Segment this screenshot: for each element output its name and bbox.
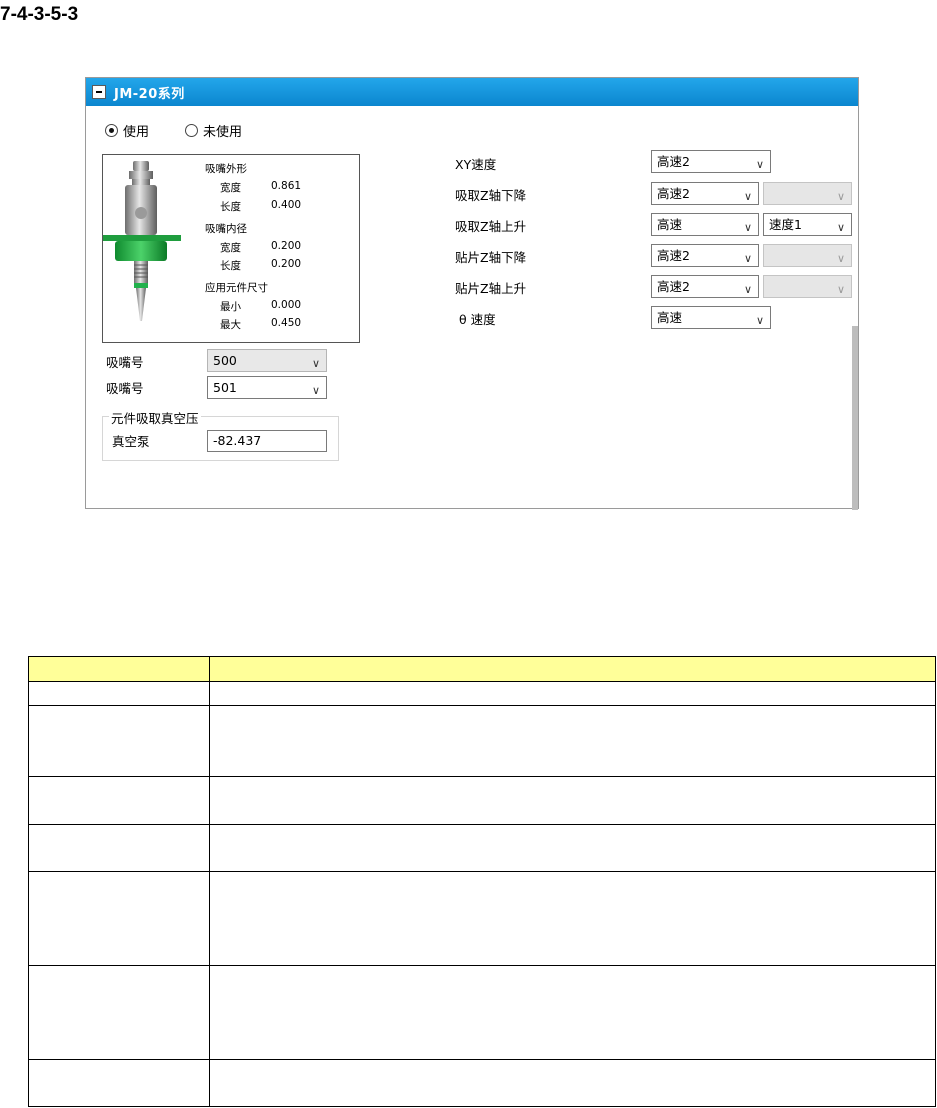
nozzle-info-box: 吸嘴外形 宽度 0.861 长度 0.400 吸嘴内径 宽度 0.200 长度 … (102, 154, 360, 343)
place-z-up-label: 贴片Z轴上升 (455, 281, 527, 296)
place-z-down-value: 高速2 (657, 248, 690, 263)
radio-unused-label: 未使用 (203, 125, 243, 140)
table-cell (209, 681, 936, 706)
inner-length-value: 0.200 (271, 258, 302, 270)
chevron-down-icon: ∨ (836, 252, 845, 265)
theta-speed-label: θ 速度 (459, 312, 496, 327)
place-z-down-label: 贴片Z轴下降 (455, 250, 527, 265)
chevron-down-icon: ∨ (836, 283, 845, 296)
nozzle-icon (103, 161, 181, 321)
chevron-down-icon: ∨ (755, 314, 764, 327)
outer-length-label: 长度 (220, 201, 241, 213)
parameter-table (28, 656, 936, 1107)
pick-z-up-value: 高速 (657, 217, 683, 232)
table-row (28, 1059, 936, 1107)
table-cell (209, 705, 936, 777)
panel-titlebar: JM-20系列 (86, 78, 858, 106)
radio-use[interactable]: 使用 (105, 121, 149, 140)
pick-z-down-select[interactable]: 高速2 ∨ (651, 182, 759, 205)
table-row (28, 965, 936, 1060)
pick-z-up-label: 吸取Z轴上升 (455, 219, 527, 234)
table-cell (209, 776, 936, 825)
table-header-row (28, 656, 936, 682)
radio-unchecked-icon (185, 124, 198, 137)
max-label: 最大 (220, 319, 241, 331)
table-cell (209, 1059, 936, 1107)
outer-shape-label: 吸嘴外形 (205, 163, 247, 175)
nozzle-number-label-1: 吸嘴号 (106, 355, 144, 370)
chevron-down-icon: ∨ (311, 357, 320, 370)
table-row (28, 681, 936, 706)
inner-width-label: 宽度 (220, 242, 241, 254)
theta-speed-select[interactable]: 高速 ∨ (651, 306, 771, 329)
table-cell (28, 776, 210, 825)
place-z-down-select[interactable]: 高速2 ∨ (651, 244, 759, 267)
table-cell (28, 705, 210, 777)
pick-z-down-value: 高速2 (657, 186, 690, 201)
chevron-down-icon: ∨ (755, 158, 764, 171)
place-z-up-value: 高速2 (657, 279, 690, 294)
table-cell (209, 824, 936, 872)
table-row (28, 776, 936, 825)
max-value: 0.450 (271, 317, 302, 329)
outer-width-label: 宽度 (220, 182, 241, 194)
table-cell (28, 965, 210, 1060)
chevron-down-icon: ∨ (743, 283, 752, 296)
chevron-down-icon: ∨ (311, 384, 320, 397)
vacuum-pump-input[interactable]: -82.437 (207, 430, 327, 452)
table-cell (28, 681, 210, 706)
xy-speed-select[interactable]: 高速2 ∨ (651, 150, 771, 173)
nozzle-settings-panel: JM-20系列 使用 未使用 吸嘴外形 宽度 0.861 长度 0.400 吸嘴… (85, 77, 859, 510)
vacuum-pressure-group: 元件吸取真空压 真空泵 -82.437 (102, 408, 339, 461)
min-value: 0.000 (271, 299, 302, 311)
place-z-up-secondary-select: ∨ (763, 275, 852, 298)
table-cell (209, 965, 936, 1060)
chevron-down-icon: ∨ (743, 252, 752, 265)
vertical-scrollbar[interactable] (852, 326, 858, 510)
inner-width-value: 0.200 (271, 240, 302, 252)
chevron-down-icon: ∨ (743, 221, 752, 234)
nozzle-number-value-1: 500 (213, 353, 237, 368)
nozzle-number-select-1[interactable]: 500 ∨ (207, 349, 327, 372)
table-header-cell (28, 656, 210, 682)
inner-diameter-label: 吸嘴内径 (205, 223, 247, 235)
radio-unused[interactable]: 未使用 (185, 121, 242, 140)
table-row (28, 705, 936, 777)
inner-length-label: 长度 (220, 260, 241, 272)
pick-z-up-secondary-value: 速度1 (769, 217, 802, 232)
table-cell (28, 824, 210, 872)
vacuum-group-legend: 元件吸取真空压 (109, 408, 201, 427)
panel-title: JM-20系列 (114, 87, 185, 102)
pick-z-down-label: 吸取Z轴下降 (455, 188, 527, 203)
nozzle-number-value-2: 501 (213, 380, 237, 395)
table-cell (209, 871, 936, 966)
pick-z-down-secondary-select: ∨ (763, 182, 852, 205)
chevron-down-icon: ∨ (836, 221, 845, 234)
xy-speed-value: 高速2 (657, 154, 690, 169)
component-size-label: 应用元件尺寸 (205, 282, 268, 294)
radio-use-label: 使用 (123, 125, 150, 140)
table-header-cell (209, 656, 936, 682)
xy-speed-label: XY速度 (455, 157, 497, 172)
pick-z-up-select[interactable]: 高速 ∨ (651, 213, 759, 236)
chevron-down-icon: ∨ (743, 190, 752, 203)
table-cell (28, 1059, 210, 1107)
theta-speed-value: 高速 (657, 310, 683, 325)
radio-checked-icon (105, 124, 118, 137)
nozzle-number-select-2[interactable]: 501 ∨ (207, 376, 327, 399)
pick-z-up-secondary-select[interactable]: 速度1 ∨ (763, 213, 852, 236)
collapse-icon[interactable] (92, 85, 106, 99)
min-label: 最小 (220, 301, 241, 313)
outer-width-value: 0.861 (271, 180, 302, 192)
table-cell (28, 871, 210, 966)
section-heading: 7-4-3-5-3 (0, 4, 79, 25)
chevron-down-icon: ∨ (836, 190, 845, 203)
place-z-down-secondary-select: ∨ (763, 244, 852, 267)
table-row (28, 871, 936, 966)
vacuum-pump-label: 真空泵 (112, 434, 150, 449)
place-z-up-select[interactable]: 高速2 ∨ (651, 275, 759, 298)
nozzle-number-label-2: 吸嘴号 (106, 381, 144, 396)
table-row (28, 824, 936, 872)
outer-length-value: 0.400 (271, 199, 302, 211)
